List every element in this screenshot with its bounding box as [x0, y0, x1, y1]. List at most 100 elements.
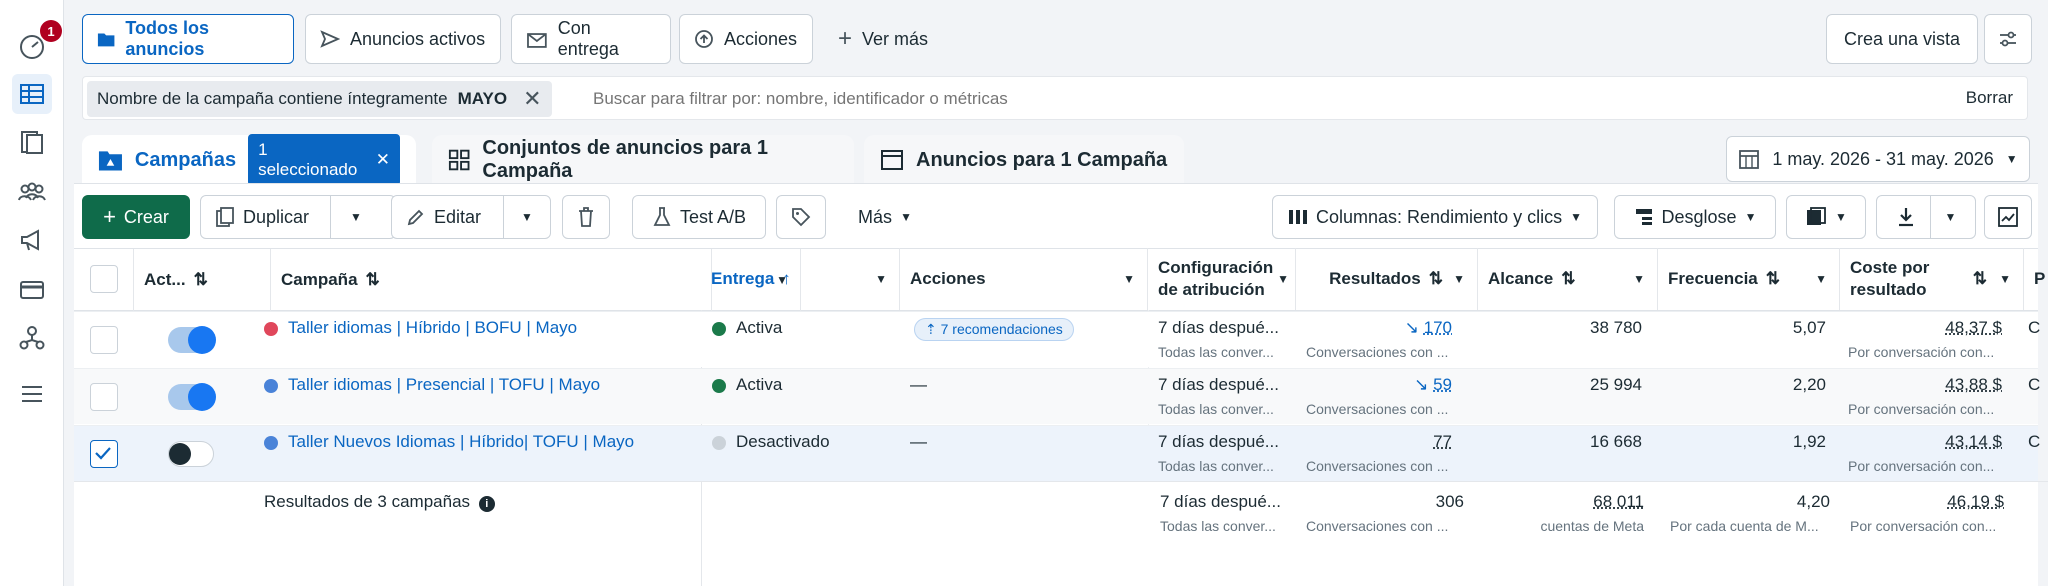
view-settings-button[interactable]	[1984, 14, 2032, 64]
results-sub: Conversaciones con ...	[1306, 344, 1449, 360]
more-button[interactable]: Más ▼	[840, 195, 930, 239]
results-value[interactable]: ↘ 59	[1296, 375, 1452, 395]
tab-ads[interactable]: Anuncios para 1 Campaña	[864, 135, 1184, 185]
chevron-down-icon[interactable]: ▼	[350, 210, 362, 224]
summary-attribution-sub: Todas las conver...	[1160, 518, 1276, 534]
chevron-down-icon: ▼	[1815, 272, 1827, 286]
window-icon	[881, 150, 903, 170]
column-header-extra[interactable]: P	[2024, 248, 2048, 310]
chevron-down-icon: ▼	[1999, 272, 2011, 286]
pages-icon[interactable]	[12, 122, 52, 162]
sort-icon: ⇅	[1561, 269, 1576, 288]
results-value[interactable]: ↘ 170	[1296, 318, 1452, 338]
create-button[interactable]: + Crear	[82, 195, 190, 239]
folder-campaign-icon	[98, 151, 122, 171]
reach-value: 16 668	[1590, 432, 1642, 451]
row-checkbox[interactable]	[90, 326, 118, 354]
duplicate-button[interactable]: Duplicar	[200, 195, 396, 239]
delivery-dot	[712, 321, 726, 336]
delete-button[interactable]	[562, 195, 610, 239]
campaign-link[interactable]: Taller Nuevos Idiomas | Híbrido| TOFU | …	[288, 432, 634, 451]
status-toggle[interactable]	[168, 383, 216, 411]
tab-campaigns[interactable]: Campañas 1 seleccionado ✕	[82, 134, 416, 186]
chevron-down-icon[interactable]: ▼	[521, 210, 533, 224]
cost-value[interactable]: 43,14 $	[1850, 432, 2002, 452]
cost-value[interactable]: 48,37 $	[1850, 318, 2002, 338]
tab-see-more[interactable]: + Ver más	[824, 14, 964, 64]
filter-chip[interactable]: Nombre de la campaña contiene íntegramen…	[87, 81, 552, 117]
breakdown-button[interactable]: Desglose ▼	[1614, 195, 1776, 239]
tab-delivering[interactable]: Con entrega	[511, 14, 671, 64]
column-header-reach[interactable]: Alcance ⇅ ▼	[1478, 248, 1658, 310]
sliders-icon	[2000, 31, 2016, 47]
actions-value: —	[910, 375, 927, 394]
tab-all-ads[interactable]: Todos los anuncios	[82, 14, 294, 64]
column-header-actions[interactable]: Acciones ▼	[900, 248, 1148, 310]
export-button[interactable]: ▼	[1876, 195, 1976, 239]
flask-icon	[653, 207, 671, 226]
row-checkbox[interactable]	[90, 440, 118, 468]
campaign-name[interactable]: Taller Nuevos Idiomas | Híbrido| TOFU | …	[264, 432, 634, 452]
close-icon[interactable]: ✕	[376, 150, 390, 170]
speedometer-icon[interactable]: 1	[12, 20, 62, 66]
credit-card-icon[interactable]	[12, 270, 52, 310]
column-header-cost[interactable]: Coste por resultado ⇅ ▼	[1840, 248, 2024, 310]
selected-badge[interactable]: 1 seleccionado ✕	[248, 134, 400, 186]
column-header-results[interactable]: Resultados ⇅ ▼	[1296, 248, 1478, 310]
campaign-link[interactable]: Taller idiomas | Híbrido | BOFU | Mayo	[288, 318, 577, 337]
columns-button[interactable]: Columnas: Rendimiento y clics ▼	[1272, 195, 1598, 239]
close-icon[interactable]: ✕	[523, 86, 541, 112]
table-row[interactable]: Taller Nuevos Idiomas | Híbrido| TOFU | …	[74, 425, 2040, 481]
chart-button[interactable]	[1984, 195, 2032, 239]
tag-button[interactable]	[776, 195, 826, 239]
recommendations-badge[interactable]: ⇡ 7 recomendaciones	[914, 318, 1074, 341]
menu-icon[interactable]	[12, 374, 52, 414]
column-header-status[interactable]: Act... ⇅	[134, 249, 271, 311]
column-header-delivery[interactable]: Entrega ↑ ▼	[701, 248, 900, 310]
select-all-checkbox[interactable]	[90, 265, 118, 293]
table-row[interactable]: Taller idiomas | Presencial | TOFU | May…	[74, 368, 2041, 424]
results-number[interactable]: 77	[1433, 432, 1452, 451]
status-toggle[interactable]	[168, 441, 214, 467]
cost-value[interactable]: 43,88 $	[1850, 375, 2002, 395]
extra-column-value: C	[2028, 375, 2041, 394]
status-toggle[interactable]	[168, 326, 216, 354]
summary-reach[interactable]: 68 011	[1494, 492, 1644, 512]
column-header-attribution[interactable]: Configuración de atribución ▼	[1148, 248, 1296, 310]
table-icon[interactable]	[12, 74, 52, 114]
circle-arrow-up-icon: ⇡	[925, 321, 941, 337]
reports-button[interactable]: ▼	[1786, 195, 1866, 239]
chevron-down-icon: ▼	[1277, 272, 1289, 286]
date-range-picker[interactable]: 1 may. 2026 - 31 may. 2026 ▼	[1726, 136, 2030, 182]
results-value[interactable]: 77	[1296, 432, 1452, 452]
megaphone-icon[interactable]	[12, 220, 52, 260]
tab-active-ads[interactable]: Anuncios activos	[305, 14, 501, 64]
summary-frequency-sub: Por cada cuenta de M...	[1670, 518, 1819, 534]
ab-test-button[interactable]: Test A/B	[632, 195, 766, 239]
results-number[interactable]: 59	[1433, 375, 1452, 394]
table-row[interactable]: Taller idiomas | Híbrido | BOFU | Mayo A…	[74, 311, 2041, 367]
campaign-name[interactable]: Taller idiomas | Híbrido | BOFU | Mayo	[264, 318, 577, 338]
clear-filter-link[interactable]: Borrar	[1966, 88, 2013, 108]
tab-label: Ver más	[862, 28, 929, 49]
row-checkbox[interactable]	[90, 383, 118, 411]
info-icon[interactable]: i	[478, 496, 495, 512]
tab-actions[interactable]: Acciones	[679, 14, 813, 64]
cost-sub: Por conversación con...	[1848, 401, 1995, 417]
campaign-color-dot	[264, 321, 278, 336]
campaign-color-dot	[264, 435, 278, 450]
results-number[interactable]: 170	[1424, 318, 1452, 337]
tab-adsets[interactable]: Conjuntos de anuncios para 1 Campaña	[432, 135, 854, 185]
campaign-link[interactable]: Taller idiomas | Presencial | TOFU | May…	[288, 375, 600, 394]
column-label: Acciones	[910, 269, 986, 288]
summary-cost[interactable]: 46,19 $	[1854, 492, 2004, 512]
selected-badge-label: 1 seleccionado	[258, 140, 358, 179]
send-icon	[320, 30, 340, 48]
column-header-frequency[interactable]: Frecuencia ⇅ ▼	[1658, 248, 1840, 310]
extra-column-value: C	[2028, 318, 2041, 337]
search-input[interactable]	[593, 83, 1593, 115]
audience-icon[interactable]	[12, 172, 52, 212]
network-icon[interactable]	[12, 318, 52, 358]
create-view-button[interactable]: Crea una vista	[1826, 14, 1978, 64]
campaign-name[interactable]: Taller idiomas | Presencial | TOFU | May…	[264, 375, 600, 395]
